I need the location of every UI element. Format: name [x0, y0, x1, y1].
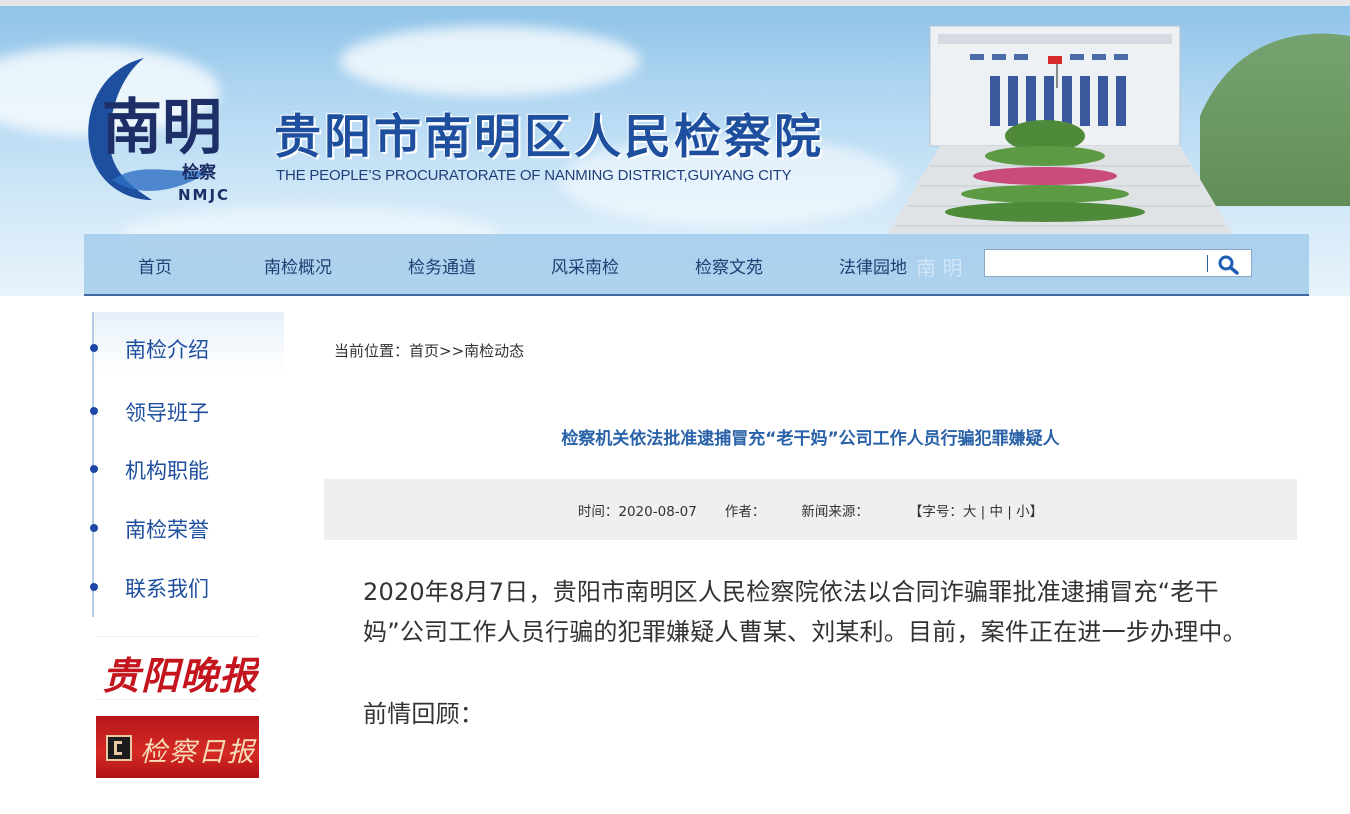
- breadcrumb-current-link[interactable]: 南检动态: [464, 342, 524, 360]
- sidebar-item-leadership[interactable]: 领导班子: [84, 393, 284, 429]
- nav-watermark: 南 明: [916, 256, 963, 280]
- article-meta-bar: 时间：2020-08-07 作者： 新闻来源： 【字号：大 | 中 | 小】: [324, 479, 1297, 540]
- sidebar: 南检介绍 领导班子 机构职能 南检荣誉 联系我们: [84, 312, 284, 622]
- dot-icon: [90, 407, 98, 415]
- nav-item-gallery[interactable]: 风采南检: [551, 253, 619, 278]
- dot-icon: [90, 524, 98, 532]
- dot-icon: [90, 465, 98, 473]
- sidebar-item-label: 机构职能: [125, 459, 209, 483]
- fontsize-suffix: 】: [1029, 504, 1044, 520]
- fontsize-prefix: 【字号：: [908, 504, 963, 520]
- article-body: 2020年8月7日，贵阳市南明区人民检察院依法以合同诈骗罪批准逮捕冒充“老干妈”…: [363, 572, 1263, 734]
- breadcrumb-prefix: 当前位置：: [334, 342, 410, 360]
- ad-procuratorial-daily[interactable]: 检察日报: [96, 716, 259, 778]
- article-meta: 时间：2020-08-07 作者： 新闻来源： 【字号：大 | 中 | 小】: [324, 500, 1297, 520]
- nav-item-overview[interactable]: 南检概况: [264, 253, 332, 278]
- breadcrumb-separator: >>: [439, 342, 465, 360]
- sidebar-item-label: 南检介绍: [125, 338, 209, 362]
- ad-label: 贵阳晚报: [102, 653, 259, 698]
- dot-icon: [90, 344, 98, 352]
- sidebar-item-label: 领导班子: [125, 401, 209, 425]
- article-paragraph: 前情回顾：: [363, 700, 484, 728]
- sidebar-item-contact[interactable]: 联系我们: [84, 569, 284, 605]
- article-title: 检察机关依法批准逮捕冒充“老干妈”公司工作人员行骗犯罪嫌疑人: [561, 429, 1060, 449]
- meta-time-value: 2020-08-07: [618, 504, 697, 520]
- site-subtitle: THE PEOPLE’S PROCURATORATE OF NANMING DI…: [276, 167, 792, 184]
- search-input[interactable]: [987, 252, 1205, 276]
- dot-icon: [90, 583, 98, 591]
- meta-author-label: 作者：: [724, 504, 766, 520]
- nav-item-services[interactable]: 检务通道: [408, 253, 476, 278]
- sidebar-item-label: 联系我们: [125, 577, 209, 601]
- search-button[interactable]: [1213, 253, 1245, 275]
- cloud: [340, 26, 640, 96]
- ad-label: 检察日报: [140, 737, 256, 768]
- fontsize-small-link[interactable]: 小: [1016, 504, 1030, 520]
- sidebar-item-functions[interactable]: 机构职能: [84, 451, 284, 487]
- search-divider: [1207, 255, 1208, 272]
- search-icon: [1218, 255, 1239, 275]
- site-logo[interactable]: 南明 检察 NMJC: [82, 50, 262, 215]
- svg-text:南明: 南明: [102, 93, 222, 163]
- sidebar-item-intro[interactable]: 南检介绍: [84, 330, 284, 366]
- fontsize-large-link[interactable]: 大: [963, 504, 977, 520]
- site-title: 贵阳市南明区人民检察院: [274, 110, 824, 165]
- meta-source-label: 新闻来源：: [801, 504, 869, 520]
- ad-guiyang-evening-news[interactable]: 贵阳晚报: [96, 636, 259, 700]
- svg-text:NMJC: NMJC: [178, 186, 230, 204]
- procuratorial-daily-logo-icon: [106, 735, 132, 761]
- sidebar-item-label: 南检荣誉: [125, 518, 209, 542]
- nav-item-literature[interactable]: 检察文苑: [695, 253, 763, 278]
- fontsize-divider: |: [1002, 504, 1017, 520]
- svg-text:检察: 检察: [182, 162, 217, 183]
- search-box: [984, 249, 1252, 277]
- main-nav: 首页 南检概况 检务通道 风采南检 检察文苑 法律园地 南 明: [84, 234, 1309, 296]
- breadcrumb-home-link[interactable]: 首页: [409, 342, 439, 360]
- meta-time-label: 时间：: [577, 504, 619, 520]
- article-paragraph: 2020年8月7日，贵阳市南明区人民检察院依法以合同诈骗罪批准逮捕冒充“老干妈”…: [363, 578, 1247, 646]
- nav-item-law[interactable]: 法律园地: [839, 253, 907, 278]
- logo-emblem-icon: 南明 检察 NMJC: [88, 58, 230, 204]
- breadcrumb: 当前位置：首页>>南检动态: [334, 340, 524, 361]
- sidebar-item-honors[interactable]: 南检荣誉: [84, 510, 284, 546]
- nav-item-home[interactable]: 首页: [138, 253, 172, 278]
- fontsize-divider: |: [976, 504, 990, 520]
- fontsize-medium-link[interactable]: 中: [989, 504, 1003, 520]
